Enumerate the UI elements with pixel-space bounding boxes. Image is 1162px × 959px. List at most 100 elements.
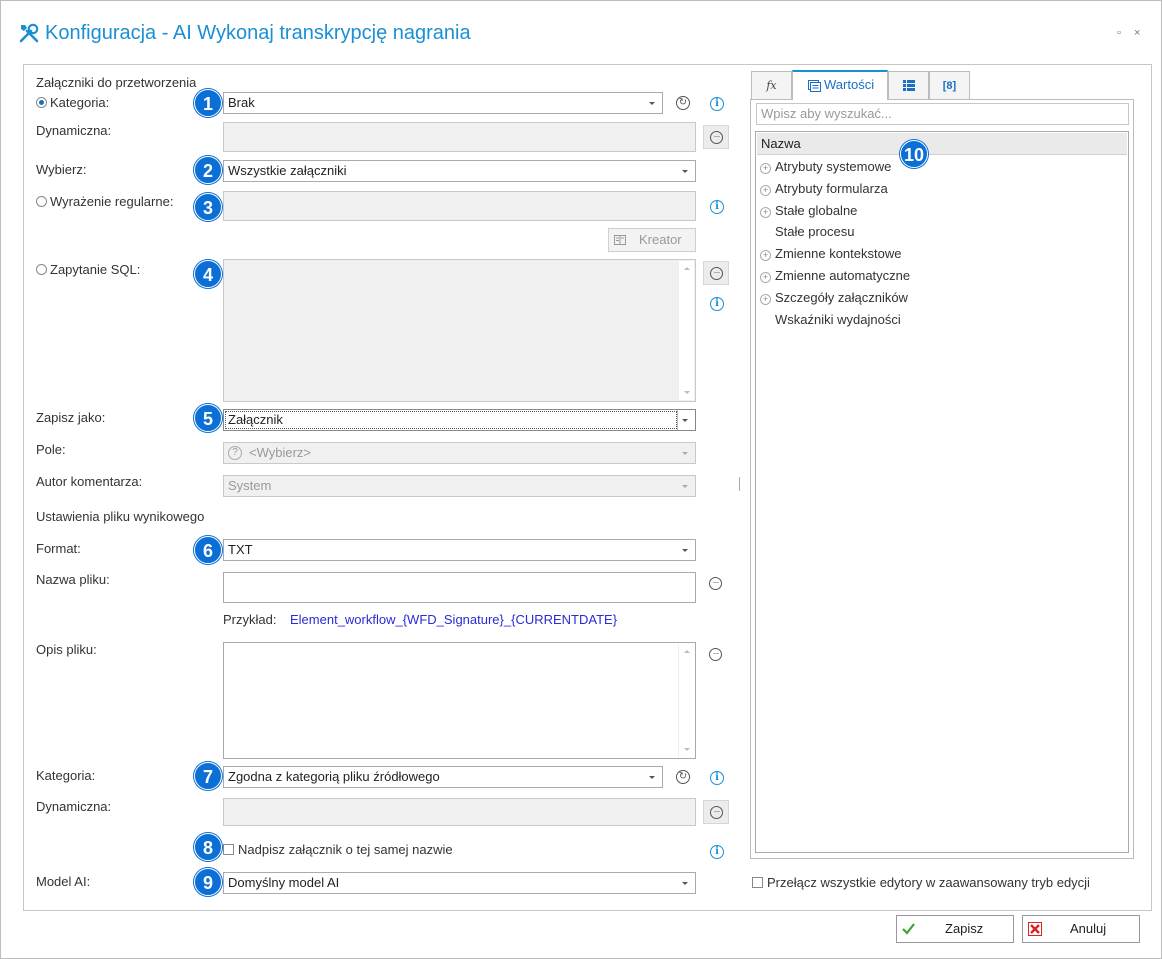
ellipsis-icon[interactable]: ··· [709,648,722,661]
info-icon[interactable]: i [710,97,724,111]
cancel-button[interactable]: Anuluj [1022,915,1140,943]
tree-item[interactable]: + Szczegóły załączników [760,290,908,305]
nazwa-input[interactable] [223,572,696,603]
advanced-toggle-checkbox[interactable]: Przełącz wszystkie edytory w zaawansowan… [752,875,1090,890]
section-output: Ustawienia pliku wynikowego [36,509,205,524]
autor-dropdown: System [223,475,696,497]
tree-item[interactable]: + Zmienne kontekstowe [760,246,901,262]
expand-icon[interactable]: + [760,184,771,196]
splitter-handle[interactable] [739,477,740,491]
values-tree[interactable]: Nazwa + Atrybuty systemowe + Atrybuty formu… [755,131,1129,853]
variables-icon: [8] [942,80,957,92]
tree-item-label: Szczegóły załączników [775,289,908,305]
regex-label: Wyrażenie regularne: [50,194,174,209]
tree-item[interactable]: + Atrybuty formularza [760,181,888,196]
dynamiczna-input [223,122,696,152]
kategoria2-value: Zgodna z kategorią pliku źródłowego [228,769,440,784]
pole-dropdown: ? <Wybierz> [223,442,696,464]
section-attachments: Załączniki do przetworzenia [36,75,197,90]
nazwa-label: Nazwa pliku: [36,572,110,587]
regex-radio[interactable]: Wyrażenie regularne: [36,194,173,209]
ellipsis-icon[interactable]: ··· [709,577,722,590]
advanced-toggle-label: Przełącz wszystkie edytory w zaawansowan… [767,875,1090,890]
kategoria-radio[interactable]: Kategoria: [36,95,109,110]
dynamiczna2-input [223,798,696,826]
nadpisz-checkbox[interactable]: Nadpisz załącznik o tej samej nazwie [223,842,453,857]
more-button[interactable]: ··· [703,261,729,285]
model-value: Domyślny model AI [228,875,340,890]
info-icon[interactable]: i [710,200,724,214]
badge-5: 5 [194,404,222,432]
sql-radio[interactable]: Zapytanie SQL: [36,262,140,277]
tree-item[interactable]: + Zmienne automatyczne [760,268,910,283]
badge-9: 9 [194,868,222,896]
tab-values[interactable]: Wartości [792,70,888,100]
wybierz-dropdown[interactable]: Wszystkie załączniki [223,160,696,182]
zapisz-jako-dropdown[interactable]: Załącznik [223,409,696,431]
expand-icon[interactable]: + [760,272,771,283]
model-label: Model AI: [36,874,91,889]
fx-icon: fx [766,79,777,92]
tree-header[interactable]: Nazwa [757,133,1127,155]
tab-functions[interactable]: fx [751,71,792,99]
cancel-label: Anuluj [1070,921,1107,936]
model-dropdown[interactable]: Domyślny model AI [223,872,696,894]
kategoria2-label: Kategoria: [36,768,96,783]
info-icon[interactable]: i [710,771,724,785]
refresh-icon[interactable]: ↻ [676,96,690,110]
przyklad-value: Element_workflow_{WFD_Signature}_{CURREN… [290,612,618,627]
kategoria2-dropdown[interactable]: Zgodna z kategorią pliku źródłowego [223,766,663,788]
checkbox-icon [223,844,234,855]
close-button[interactable]: × [1134,27,1140,39]
focus-rect [225,411,677,429]
scrollbar [678,261,694,400]
tree-item[interactable]: + Atrybuty systemowe [760,159,891,174]
tree-item[interactable]: + Stałe globalne [760,203,857,218]
autor-value: System [228,478,272,493]
radio-off-icon [36,264,47,275]
badge-6: 6 [194,536,222,564]
save-label: Zapisz [945,921,984,936]
opis-textarea[interactable] [223,642,696,759]
autor-label: Autor komentarza: [36,474,143,489]
title-bar: Konfiguracja - AI Wykonaj transkrypcję n… [1,1,1161,61]
tree-item-label: Zmienne automatyczne [775,268,911,283]
badge-4: 4 [194,260,222,288]
refresh-icon[interactable]: ↻ [676,770,690,784]
badge-7: 7 [194,762,222,790]
tab-variables[interactable]: [8] [929,71,970,99]
info-icon[interactable]: i [710,845,724,859]
format-dropdown[interactable]: TXT [223,539,696,561]
chevron-down-icon [682,170,688,173]
kategoria-label: Kategoria: [50,95,110,110]
nadpisz-label: Nadpisz załącznik o tej samej nazwie [238,842,453,857]
more-button[interactable]: ··· [703,125,729,149]
wybierz-value: Wszystkie załączniki [228,163,347,178]
ellipsis-icon: ··· [710,267,723,280]
info-icon[interactable]: i [710,297,724,311]
badge-1: 1 [194,89,222,117]
cancel-icon [1028,922,1042,936]
expand-icon[interactable]: + [760,163,771,174]
tree-item[interactable]: Stałe procesu [760,224,855,239]
sql-textarea [223,259,696,402]
regex-input [223,191,696,221]
tree-item[interactable]: Wskaźniki wydajności [760,312,901,327]
more-button[interactable]: ··· [703,800,729,824]
chevron-down-icon [682,485,688,488]
chevron-down-icon [649,102,655,105]
dropdown-separator [677,410,678,430]
przyklad-label: Przykład: [223,612,277,627]
search-input[interactable]: Wpisz aby wyszukać... [756,103,1129,125]
chevron-down-icon [682,882,688,885]
save-button[interactable]: Zapisz [896,915,1014,943]
expand-icon[interactable]: + [760,206,771,218]
expand-icon[interactable]: + [760,293,771,305]
tree-item-label: Stałe procesu [775,224,855,240]
book-icon [614,235,626,245]
tab-list[interactable] [888,71,929,99]
kategoria-dropdown[interactable]: Brak [223,92,663,114]
badge-3: 3 [194,193,222,221]
maximize-button[interactable]: ▫ [1117,27,1121,39]
expand-icon[interactable]: + [760,250,771,262]
